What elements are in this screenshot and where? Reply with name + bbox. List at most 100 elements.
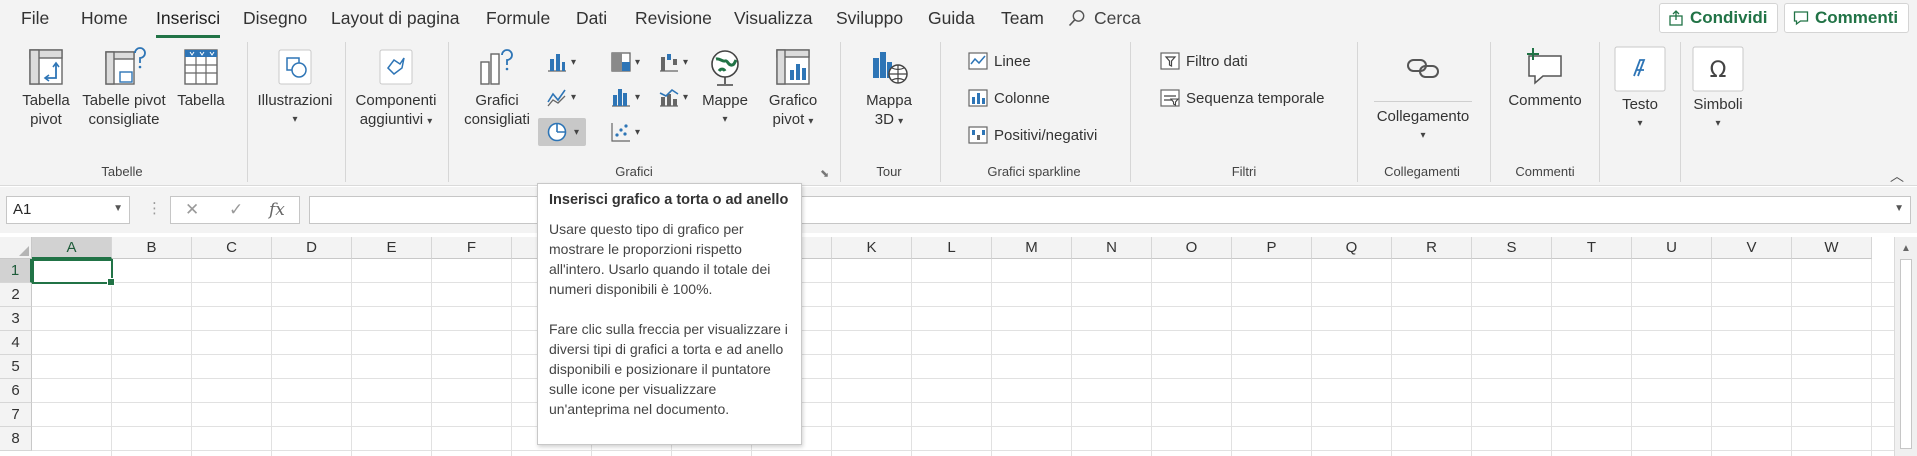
sparkline-winloss-button[interactable]: Positivi/negativi <box>968 126 1097 144</box>
chevron-down-icon[interactable]: ▼ <box>113 203 123 214</box>
timeline-label: Sequenza temporale <box>1186 90 1325 107</box>
combo-chart-button[interactable]: ▾ <box>654 83 694 111</box>
column-header-r[interactable]: R <box>1392 237 1472 259</box>
column-header-n[interactable]: N <box>1072 237 1152 259</box>
comments-label: Commenti <box>1815 8 1899 27</box>
worksheet-grid: ABCDEFGHIJKLMNOPQRSTUVW 12345678 ▲ <box>0 233 1917 456</box>
symbols-button[interactable]: Ω Simboli ▾ <box>1690 46 1746 133</box>
insert-function-icon[interactable]: fx <box>269 200 285 220</box>
column-header-l[interactable]: L <box>912 237 992 259</box>
line-chart-button[interactable]: ▾ <box>542 83 582 111</box>
table-button[interactable]: Tabella <box>172 46 230 110</box>
scroll-thumb[interactable] <box>1900 259 1912 449</box>
column-header-p[interactable]: P <box>1232 237 1312 259</box>
tab-formule[interactable]: Formule <box>486 8 550 29</box>
name-box[interactable]: A1 ▼ <box>6 196 130 224</box>
sparkline-columns-button[interactable]: Colonne <box>968 89 1050 107</box>
column-header-a[interactable]: A <box>32 237 112 259</box>
cell-area[interactable] <box>32 259 1894 456</box>
tab-home[interactable]: Home <box>81 8 128 29</box>
text-button[interactable]: Testo ▾ <box>1612 46 1668 133</box>
recommended-charts-label-1: Grafici <box>475 92 519 109</box>
vertical-scrollbar[interactable]: ▲ <box>1894 237 1917 456</box>
pie-chart-icon <box>547 122 567 142</box>
link-label: Collegamento <box>1374 101 1472 126</box>
select-all-button[interactable] <box>0 237 32 259</box>
tab-guida[interactable]: Guida <box>928 8 975 29</box>
scroll-up-icon[interactable]: ▲ <box>1901 243 1911 254</box>
map3d-button[interactable]: Mappa 3D ▾ <box>852 46 926 131</box>
tab-disegno[interactable]: Disegno <box>243 8 307 29</box>
column-header-w[interactable]: W <box>1792 237 1872 259</box>
column-chart-button[interactable]: ▾ <box>542 48 582 76</box>
illustrations-button[interactable]: Illustrazioni ▾ <box>253 46 337 129</box>
share-button[interactable]: Condividi <box>1659 3 1779 33</box>
pivot-table-icon <box>29 49 63 85</box>
illustrations-icon <box>278 49 312 85</box>
row-header-2[interactable]: 2 <box>0 283 32 307</box>
waterfall-chart-button[interactable]: ▾ <box>654 48 694 76</box>
waterfall-chart-icon <box>660 54 678 72</box>
column-header-b[interactable]: B <box>112 237 192 259</box>
scatter-chart-button[interactable]: ▾ <box>606 118 646 146</box>
chevron-down-icon: ▾ <box>722 114 728 125</box>
column-header-e[interactable]: E <box>352 237 432 259</box>
text-label: Testo <box>1622 96 1658 113</box>
column-header-d[interactable]: D <box>272 237 352 259</box>
slicer-button[interactable]: Filtro dati <box>1160 52 1248 70</box>
tab-layout-di-pagina[interactable]: Layout di pagina <box>331 8 459 29</box>
column-header-v[interactable]: V <box>1712 237 1792 259</box>
addins-label-2: aggiuntivi ▾ <box>350 110 442 131</box>
chevron-down-icon: ▾ <box>427 116 433 127</box>
statistic-chart-button[interactable]: ▾ <box>606 83 646 111</box>
tab-team[interactable]: Team <box>1001 8 1044 29</box>
column-header-t[interactable]: T <box>1552 237 1632 259</box>
collapse-ribbon-icon[interactable]: ︿ <box>1890 166 1904 186</box>
tab-dati[interactable]: Dati <box>576 8 607 29</box>
row-header-4[interactable]: 4 <box>0 331 32 355</box>
column-header-f[interactable]: F <box>432 237 512 259</box>
column-header-k[interactable]: K <box>832 237 912 259</box>
tab-visualizza[interactable]: Visualizza <box>734 8 812 29</box>
cancel-icon[interactable]: ✕ <box>185 200 199 220</box>
active-cell-a1[interactable] <box>32 259 115 286</box>
column-header-u[interactable]: U <box>1632 237 1712 259</box>
tooltip-paragraph-2: Fare clic sulla freccia per visualizzare… <box>549 321 788 417</box>
addins-icon <box>379 49 413 85</box>
recommended-pivot-button[interactable]: Tabelle pivot consigliate <box>78 46 170 129</box>
pie-chart-button[interactable]: ▾ <box>538 118 586 146</box>
row-header-1[interactable]: 1 <box>0 259 32 283</box>
sparkline-line-icon <box>968 52 988 70</box>
row-header-3[interactable]: 3 <box>0 307 32 331</box>
tab-file[interactable]: File <box>21 8 49 29</box>
row-header-7[interactable]: 7 <box>0 403 32 427</box>
column-header-c[interactable]: C <box>192 237 272 259</box>
search-box[interactable]: Cerca <box>1068 8 1141 29</box>
tab-inserisci[interactable]: Inserisci <box>156 8 221 38</box>
link-button[interactable]: Collegamento ▾ <box>1374 46 1472 145</box>
sparkline-lines-button[interactable]: Linee <box>968 52 1031 70</box>
comments-button[interactable]: Commenti <box>1784 3 1910 33</box>
tab-revisione[interactable]: Revisione <box>635 8 712 29</box>
row-header-8[interactable]: 8 <box>0 427 32 451</box>
pivot-table-button[interactable]: Tabella pivot <box>14 46 78 129</box>
row-header-5[interactable]: 5 <box>0 355 32 379</box>
column-header-o[interactable]: O <box>1152 237 1232 259</box>
timeline-button[interactable]: Sequenza temporale <box>1160 89 1324 107</box>
hierarchy-chart-button[interactable]: ▾ <box>606 48 646 76</box>
pivot-chart-button[interactable]: Grafico pivot ▾ <box>760 46 826 131</box>
chevron-down-icon[interactable]: ▼ <box>1894 203 1904 214</box>
addins-button[interactable]: Componenti aggiuntivi ▾ <box>350 46 442 131</box>
dialog-launcher-icon[interactable]: ⬊ <box>820 167 829 180</box>
recommended-charts-button[interactable]: Grafici consigliati <box>456 46 538 129</box>
maps-button[interactable]: Mappe ▾ <box>692 46 758 129</box>
tab-sviluppo[interactable]: Sviluppo <box>836 8 903 29</box>
row-header-6[interactable]: 6 <box>0 379 32 403</box>
group-label-filtri: Filtri <box>1231 164 1257 179</box>
column-header-m[interactable]: M <box>992 237 1072 259</box>
column-header-q[interactable]: Q <box>1312 237 1392 259</box>
sparkline-lines-label: Linee <box>994 53 1031 70</box>
enter-icon[interactable]: ✓ <box>229 200 243 220</box>
column-header-s[interactable]: S <box>1472 237 1552 259</box>
new-comment-button[interactable]: Commento <box>1506 46 1584 110</box>
